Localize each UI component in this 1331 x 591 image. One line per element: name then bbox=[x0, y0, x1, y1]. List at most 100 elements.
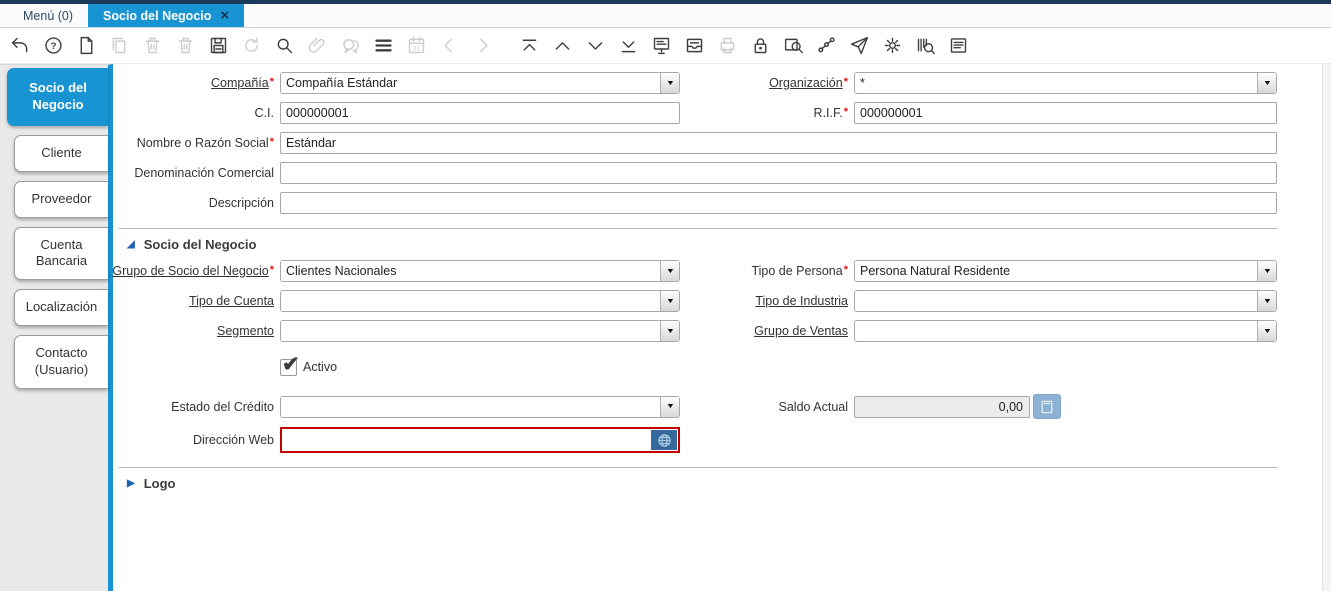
last-record-icon[interactable] bbox=[618, 35, 639, 56]
attachment-icon bbox=[307, 35, 328, 56]
lock-icon[interactable] bbox=[750, 35, 771, 56]
svg-text:31: 31 bbox=[413, 45, 420, 52]
grupo-ventas-input[interactable] bbox=[855, 321, 1257, 341]
sidebar-tab-cuenta-bancaria[interactable]: Cuenta Bancaria bbox=[14, 226, 108, 281]
chevron-down-icon[interactable]: ▼ bbox=[1257, 261, 1276, 281]
compania-combobox[interactable]: ▼ bbox=[280, 72, 680, 94]
requests-icon: 31 bbox=[406, 35, 427, 56]
collapse-collapsed-icon[interactable]: ▶ bbox=[127, 478, 135, 489]
preferences-icon[interactable] bbox=[882, 35, 903, 56]
sidebar-tab-proveedor[interactable]: Proveedor bbox=[14, 180, 108, 218]
section-header-socio-del-negocio[interactable]: ◢ Socio del Negocio bbox=[119, 229, 1277, 260]
chevron-down-icon[interactable]: ▼ bbox=[660, 291, 679, 311]
sidebar-tab-contacto-usuario[interactable]: Contacto (Usuario) bbox=[14, 335, 108, 390]
grupo-socio-combobox[interactable]: ▼ bbox=[280, 260, 680, 282]
first-record-icon[interactable] bbox=[519, 35, 540, 56]
calculator-button[interactable] bbox=[1033, 394, 1061, 419]
estado-credito-combobox[interactable]: ▼ bbox=[280, 395, 680, 418]
segmento-combobox[interactable]: ▼ bbox=[280, 320, 680, 342]
field-label-tipo-industria[interactable]: Tipo de Industria bbox=[755, 294, 848, 308]
field-label-ci: C.I. bbox=[254, 106, 274, 120]
new-record-icon[interactable] bbox=[76, 35, 97, 56]
print-icon bbox=[717, 35, 738, 56]
direccion-web-input[interactable] bbox=[282, 429, 650, 451]
tipo-industria-input[interactable] bbox=[855, 291, 1257, 311]
field-label-saldo-actual: Saldo Actual bbox=[778, 399, 849, 414]
collapse-expanded-icon[interactable]: ◢ bbox=[127, 239, 135, 250]
tab-socio-label: Socio del Negocio bbox=[103, 8, 212, 23]
tab-menu[interactable]: Menú (0) bbox=[8, 4, 88, 27]
field-label-descripcion: Descripción bbox=[208, 196, 274, 210]
next-record-icon[interactable] bbox=[585, 35, 606, 56]
find-icon[interactable] bbox=[274, 35, 295, 56]
chevron-down-icon[interactable]: ▼ bbox=[660, 73, 679, 93]
compania-input[interactable] bbox=[281, 73, 660, 93]
delete-record-icon bbox=[142, 35, 163, 56]
svg-text:?: ? bbox=[51, 41, 57, 52]
field-label-organizacion[interactable]: Organización* bbox=[769, 76, 848, 90]
delete-selection-icon bbox=[175, 35, 196, 56]
section-header-logo[interactable]: ▶ Logo bbox=[119, 468, 1277, 499]
open-url-button[interactable] bbox=[651, 430, 677, 450]
workflow-icon[interactable] bbox=[816, 35, 837, 56]
grid-toggle-icon[interactable] bbox=[373, 35, 394, 56]
help-icon[interactable]: ? bbox=[43, 35, 64, 56]
main-area: Socio del Negocio Cliente Proveedor Cuenta … bbox=[0, 64, 1331, 591]
tipo-cuenta-combobox[interactable]: ▼ bbox=[280, 290, 680, 312]
chevron-down-icon[interactable]: ▼ bbox=[660, 321, 679, 341]
undo-icon[interactable] bbox=[10, 35, 31, 56]
sidebar-tab-localizacion[interactable]: Localización bbox=[14, 289, 108, 327]
rif-input[interactable] bbox=[854, 102, 1277, 124]
chevron-down-icon[interactable]: ▼ bbox=[660, 396, 679, 417]
nombre-input[interactable] bbox=[280, 132, 1277, 154]
grupo-socio-input[interactable] bbox=[281, 261, 660, 281]
section-title: Logo bbox=[143, 476, 176, 491]
field-label-direccion-web: Dirección Web bbox=[192, 433, 274, 447]
field-label-nombre: Nombre o Razón Social* bbox=[136, 136, 274, 150]
field-label-tipo-cuenta[interactable]: Tipo de Cuenta bbox=[189, 294, 274, 308]
close-icon[interactable]: × bbox=[220, 8, 229, 23]
section-title: Socio del Negocio bbox=[143, 237, 257, 252]
required-marker: * bbox=[269, 136, 274, 148]
detail-record-icon bbox=[472, 35, 493, 56]
field-label-rif: R.I.F.* bbox=[813, 106, 848, 120]
field-label-grupo-ventas[interactable]: Grupo de Ventas bbox=[754, 324, 848, 338]
report-icon[interactable] bbox=[651, 35, 672, 56]
toolbar: ? 31 bbox=[0, 28, 1331, 64]
organizacion-combobox[interactable]: ▼ bbox=[854, 72, 1277, 94]
descripcion-input[interactable] bbox=[280, 192, 1277, 214]
chevron-down-icon[interactable]: ▼ bbox=[660, 261, 679, 281]
field-label-segmento[interactable]: Segmento bbox=[217, 324, 274, 338]
vertical-scrollbar[interactable] bbox=[1322, 64, 1331, 591]
tipo-persona-combobox[interactable]: ▼ bbox=[854, 260, 1277, 282]
chevron-down-icon[interactable]: ▼ bbox=[1257, 73, 1276, 93]
required-marker: * bbox=[269, 76, 274, 88]
organizacion-input[interactable] bbox=[855, 73, 1257, 93]
grupo-ventas-combobox[interactable]: ▼ bbox=[854, 320, 1277, 342]
sidebar-tab-socio-del-negocio[interactable]: Socio del Negocio bbox=[7, 68, 108, 126]
globe-icon bbox=[657, 433, 671, 447]
field-label-compania[interactable]: Compañía* bbox=[211, 76, 274, 90]
share-icon[interactable] bbox=[849, 35, 870, 56]
ci-input[interactable] bbox=[280, 102, 680, 124]
tipo-cuenta-input[interactable] bbox=[281, 291, 660, 311]
activo-checkbox[interactable]: ✔ bbox=[280, 353, 300, 376]
tab-socio-del-negocio[interactable]: Socio del Negocio × bbox=[88, 4, 245, 27]
archive-icon[interactable] bbox=[684, 35, 705, 56]
save-icon[interactable] bbox=[208, 35, 229, 56]
estado-credito-input[interactable] bbox=[281, 396, 660, 417]
segmento-input[interactable] bbox=[281, 321, 660, 341]
tipo-persona-input[interactable] bbox=[855, 261, 1257, 281]
chevron-down-icon[interactable]: ▼ bbox=[1257, 321, 1276, 341]
denominacion-input[interactable] bbox=[280, 162, 1277, 184]
zoom-across-icon[interactable] bbox=[783, 35, 804, 56]
previous-record-icon[interactable] bbox=[552, 35, 573, 56]
tipo-industria-combobox[interactable]: ▼ bbox=[854, 290, 1277, 312]
field-label-grupo-socio[interactable]: Grupo de Socio del Negocio* bbox=[112, 264, 274, 278]
chevron-down-icon[interactable]: ▼ bbox=[1257, 291, 1276, 311]
checkmark-icon: ✔ bbox=[282, 352, 300, 376]
product-info-icon[interactable] bbox=[915, 35, 936, 56]
sidebar-tab-cliente[interactable]: Cliente bbox=[14, 134, 108, 172]
required-marker: * bbox=[269, 264, 274, 276]
quick-form-icon[interactable] bbox=[948, 35, 969, 56]
